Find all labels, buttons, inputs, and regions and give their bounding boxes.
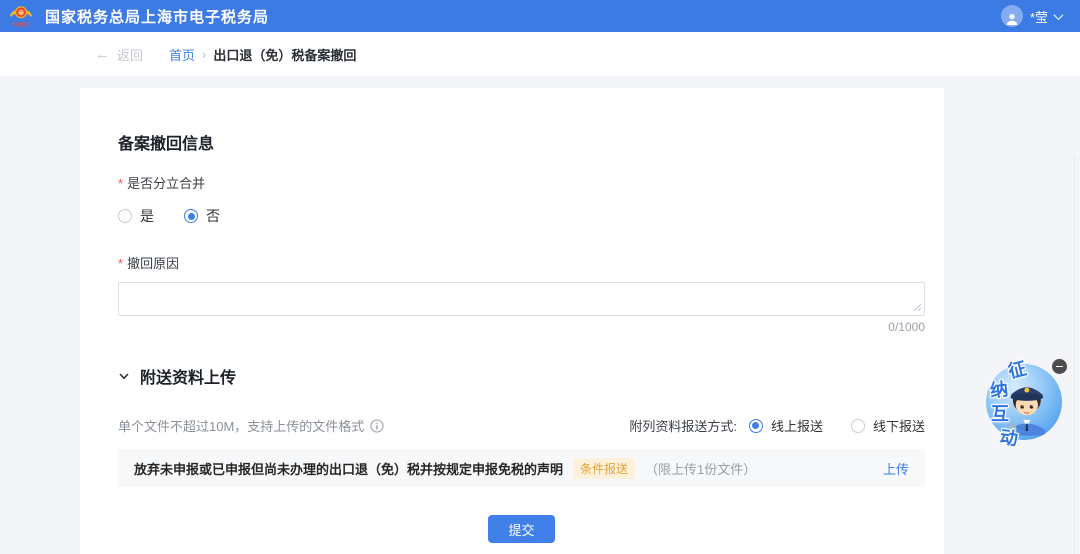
radio-icon-yes	[118, 209, 132, 223]
field-label-split-merge: * 是否分立合并	[118, 173, 925, 192]
person-icon	[1004, 11, 1020, 27]
reason-textarea-wrap	[118, 282, 925, 316]
top-header-bar: 中国税务 国家税务总局上海市电子税务局 *莹	[0, 0, 1080, 32]
user-avatar	[1001, 5, 1023, 27]
upload-hint: 单个文件不超过10M，支持上传的文件格式	[118, 416, 384, 435]
submission-method-label: 附列资料报送方式:	[629, 416, 737, 435]
back-label: 返回	[117, 45, 143, 64]
upload-meta-row: 单个文件不超过10M，支持上传的文件格式 附列资料报送方式: 线上报送 线下报送	[118, 416, 925, 435]
info-icon[interactable]	[370, 419, 384, 433]
tax-officer-mascot-icon	[999, 374, 1051, 436]
tax-emblem-logo: 中国税务	[6, 4, 36, 28]
brand: 中国税务 国家税务总局上海市电子税务局	[6, 4, 269, 28]
radio-label-offline: 线下报送	[873, 416, 925, 435]
radio-option-no[interactable]: 否	[184, 206, 220, 226]
radio-option-offline[interactable]: 线下报送	[851, 416, 925, 435]
required-asterisk: *	[118, 176, 123, 191]
radio-label-yes: 是	[140, 206, 154, 226]
form-card: 备案撤回信息 * 是否分立合并 是 否 * 撤回原因 0/1000	[80, 88, 944, 554]
chevron-down-icon	[118, 370, 130, 382]
reason-textarea[interactable]	[118, 282, 925, 316]
logo-caption: 中国税务	[11, 22, 30, 28]
attachment-row: 放弃未申报或已申报但尚未办理的出口退（免）税并按规定申报免税的声明 条件报送 （…	[118, 449, 925, 487]
section-title-withdraw-info: 备案撤回信息	[118, 130, 925, 154]
reason-label-text: 撤回原因	[127, 256, 179, 271]
radio-icon-no-checked	[184, 209, 198, 223]
radio-option-yes[interactable]: 是	[118, 206, 154, 226]
breadcrumb-separator: ›	[202, 47, 206, 62]
attachment-info: 放弃未申报或已申报但尚未办理的出口退（免）税并按规定申报免税的声明 条件报送 （…	[134, 458, 883, 479]
required-asterisk: *	[118, 256, 123, 271]
char-counter: 0/1000	[118, 320, 925, 334]
conditional-submission-badge: 条件报送	[573, 458, 635, 479]
upload-section-header[interactable]: 附送资料上传	[118, 364, 925, 388]
scrollbar-track[interactable]	[1074, 156, 1075, 554]
back-arrow-icon: ←	[95, 47, 110, 62]
breadcrumb-current: 出口退（免）税备案撤回	[213, 45, 356, 64]
submit-button[interactable]: 提交	[488, 515, 554, 543]
interaction-assistant-widget: 征 纳 互 动	[978, 352, 1074, 452]
submission-method-group: 附列资料报送方式: 线上报送 线下报送	[629, 416, 925, 435]
assistant-bubble[interactable]	[986, 364, 1062, 440]
field-label-reason: * 撤回原因	[118, 253, 925, 272]
page-body: 备案撤回信息 * 是否分立合并 是 否 * 撤回原因 0/1000	[0, 76, 1080, 554]
user-menu[interactable]: *莹	[1001, 5, 1062, 27]
radio-icon-online-checked	[749, 419, 763, 433]
radio-label-online: 线上报送	[771, 416, 823, 435]
upload-link[interactable]: 上传	[883, 459, 909, 478]
radio-icon-offline	[851, 419, 865, 433]
upload-section-title: 附送资料上传	[140, 364, 236, 388]
split-merge-label-text: 是否分立合并	[127, 176, 205, 191]
radio-label-no: 否	[206, 206, 220, 226]
split-merge-radio-group: 是 否	[118, 206, 925, 226]
breadcrumb: ← 返回 首页 › 出口退（免）税备案撤回	[0, 32, 1080, 76]
back-button[interactable]: ← 返回	[95, 45, 143, 64]
chevron-down-icon	[1054, 10, 1064, 20]
attachment-name: 放弃未申报或已申报但尚未办理的出口退（免）税并按规定申报免税的声明	[134, 459, 563, 478]
user-name: *莹	[1030, 7, 1048, 26]
upload-hint-text: 单个文件不超过10M，支持上传的文件格式	[118, 416, 364, 435]
radio-option-online[interactable]: 线上报送	[749, 416, 823, 435]
breadcrumb-home-link[interactable]: 首页	[169, 45, 195, 64]
resize-grip-icon[interactable]	[913, 303, 922, 312]
tax-emblem-icon	[9, 4, 33, 22]
submit-row: 提交	[118, 515, 925, 543]
site-title: 国家税务总局上海市电子税务局	[45, 6, 269, 27]
attachment-limit-note: （限上传1份文件）	[645, 459, 756, 478]
minimize-widget-button[interactable]	[1052, 359, 1067, 374]
